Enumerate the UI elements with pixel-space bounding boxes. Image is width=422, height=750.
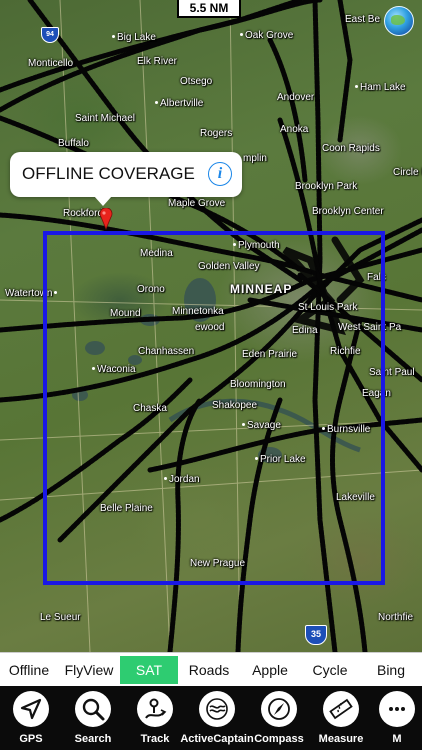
map-type-cycle[interactable]: Cycle bbox=[300, 656, 360, 684]
place-label: Albertville bbox=[155, 98, 203, 109]
place-label: Monticello bbox=[28, 58, 74, 69]
tool-label: Measure bbox=[318, 733, 364, 745]
place-label: Rockford bbox=[63, 208, 104, 219]
ruler-icon bbox=[323, 691, 359, 727]
map-type-offline[interactable]: Offline bbox=[0, 656, 58, 684]
tool-label: M bbox=[392, 733, 402, 745]
interstate-35-shield: 35 bbox=[305, 625, 327, 645]
track-icon bbox=[137, 691, 173, 727]
place-label: Anoka bbox=[280, 124, 309, 135]
map-view[interactable]: East Be Big Lake Oak Grove Monticello El… bbox=[0, 0, 422, 652]
map-type-roads[interactable]: Roads bbox=[178, 656, 240, 684]
place-label: Saint Michael bbox=[75, 113, 136, 124]
more-button[interactable]: M bbox=[372, 686, 422, 750]
callout-title: OFFLINE COVERAGE bbox=[22, 164, 195, 183]
place-label: Big Lake bbox=[112, 32, 156, 43]
measure-button[interactable]: Measure bbox=[310, 686, 372, 750]
place-label: Oak Grove bbox=[240, 30, 293, 41]
map-type-apple[interactable]: Apple bbox=[240, 656, 300, 684]
place-label: mplin bbox=[243, 153, 267, 164]
info-icon[interactable]: i bbox=[208, 162, 232, 186]
place-label: Otsego bbox=[180, 76, 213, 87]
compass-icon bbox=[261, 691, 297, 727]
place-label: Ham Lake bbox=[355, 82, 406, 93]
place-label: Circle P bbox=[393, 167, 422, 178]
place-label: Maple Grove bbox=[168, 198, 226, 209]
more-icon bbox=[379, 691, 415, 727]
search-icon bbox=[75, 691, 111, 727]
map-type-flyview[interactable]: FlyView bbox=[58, 656, 120, 684]
gps-arrow-icon bbox=[13, 691, 49, 727]
place-label: Le Sueur bbox=[40, 612, 81, 623]
activecaptain-icon bbox=[199, 691, 235, 727]
offline-coverage-callout[interactable]: OFFLINE COVERAGE i bbox=[10, 152, 242, 197]
place-label: Andover bbox=[277, 92, 315, 103]
place-label: East Be bbox=[345, 14, 381, 25]
map-pin-icon[interactable] bbox=[99, 208, 113, 230]
bottom-toolbar: GPS Search Track ActiveCaptain Compass M… bbox=[0, 686, 422, 750]
globe-icon[interactable] bbox=[384, 6, 414, 36]
place-label: Coon Rapids bbox=[322, 143, 380, 154]
place-label: Brooklyn Center bbox=[312, 206, 384, 217]
place-label: Brooklyn Park bbox=[295, 181, 358, 192]
map-type-sat[interactable]: SAT bbox=[120, 655, 178, 684]
callout-pointer bbox=[94, 196, 112, 206]
map-scale: 5.5 NM bbox=[177, 0, 241, 18]
place-label: Elk River bbox=[137, 56, 178, 67]
map-type-bing[interactable]: Bing bbox=[360, 656, 422, 684]
offline-coverage-area bbox=[43, 231, 385, 585]
map-type-selector: Offline FlyView SAT Roads Apple Cycle Bi… bbox=[0, 652, 422, 686]
place-label: Rogers bbox=[200, 128, 233, 139]
place-label: Northfie bbox=[378, 612, 414, 623]
place-label: Buffalo bbox=[58, 138, 89, 149]
